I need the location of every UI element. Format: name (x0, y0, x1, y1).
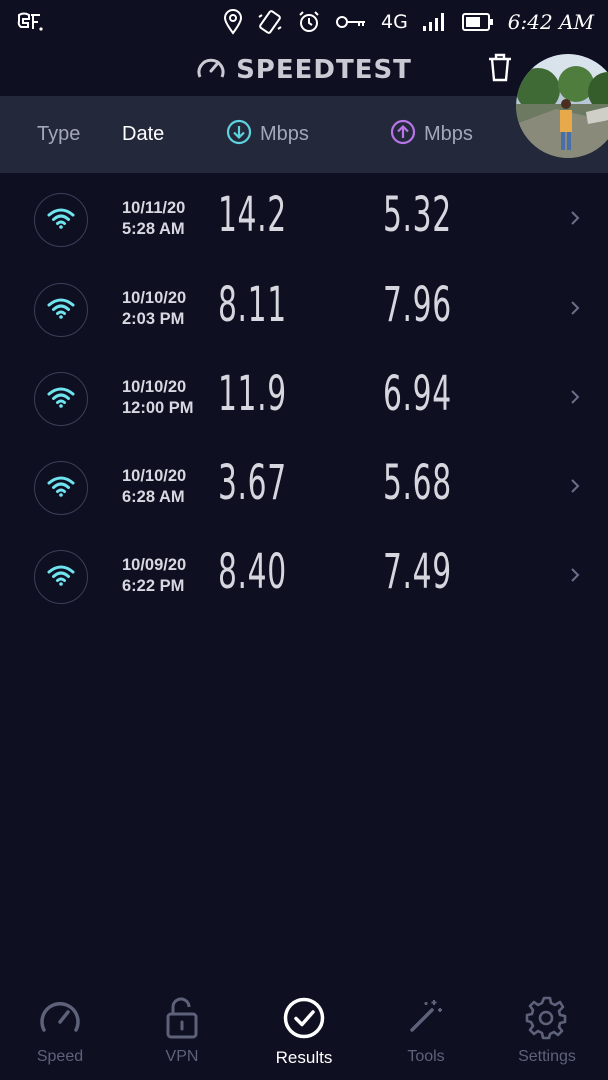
bottom-navigation: Speed VPN Results Tools Settings (0, 990, 608, 1080)
magic-wand-icon (406, 996, 446, 1041)
brand: SPEEDTEST (196, 55, 412, 86)
nav-speed[interactable]: Speed (5, 990, 115, 1080)
result-date: 10/11/20 (122, 199, 186, 217)
lock-icon (165, 996, 199, 1045)
delete-results-button[interactable] (484, 53, 516, 88)
result-datetime: 10/11/20 5:28 AM (122, 198, 185, 240)
connection-type-badge (34, 193, 88, 247)
app-title: SPEEDTEST (236, 55, 412, 85)
download-speed: 11.9 (218, 366, 287, 422)
result-date: 10/10/20 (122, 378, 187, 396)
chevron-right-icon (568, 564, 582, 586)
chevron-right-icon (568, 207, 582, 229)
result-datetime: 10/10/20 6:28 AM (122, 466, 186, 508)
chevron-right-icon (568, 297, 582, 319)
column-download-header[interactable]: Mbps (226, 119, 309, 150)
status-bar: 4G 6:42 AM (0, 0, 608, 44)
alarm-icon (297, 10, 321, 34)
result-row[interactable]: 10/09/20 6:22 PM 8.40 7.49 (0, 530, 608, 620)
result-row[interactable]: 10/10/20 6:28 AM 3.67 5.68 (0, 441, 608, 531)
upload-speed: 7.49 (383, 544, 452, 600)
chevron-right-icon (568, 475, 582, 497)
connection-type-badge (34, 372, 88, 426)
column-type-header[interactable]: Type (37, 123, 80, 146)
battery-icon (461, 13, 494, 31)
result-datetime: 10/10/20 12:00 PM (122, 377, 194, 419)
chevron-right-icon (568, 386, 582, 408)
result-time: 12:00 PM (122, 399, 194, 417)
location-icon (223, 9, 243, 35)
trash-icon (486, 53, 514, 88)
column-upload-header[interactable]: Mbps (390, 119, 473, 150)
connection-type-badge (34, 461, 88, 515)
column-date-header[interactable]: Date (122, 123, 164, 146)
result-datetime: 10/09/20 6:22 PM (122, 555, 186, 597)
app-header: SPEEDTEST (0, 44, 608, 96)
connection-type-badge (34, 283, 88, 337)
result-datetime: 10/10/20 2:03 PM (122, 288, 186, 330)
upload-speed: 6.94 (383, 366, 452, 422)
result-time: 5:28 AM (122, 220, 185, 238)
upload-speed: 5.68 (383, 455, 452, 511)
download-speed: 8.40 (218, 544, 287, 600)
result-row[interactable]: 10/10/20 12:00 PM 11.9 6.94 (0, 352, 608, 442)
nav-speed-label: Speed (36, 1048, 84, 1065)
result-row[interactable]: 10/11/20 5:28 AM 14.2 5.32 (0, 173, 608, 263)
gear-icon (525, 996, 569, 1045)
nav-vpn[interactable]: VPN (127, 990, 237, 1080)
download-speed: 14.2 (218, 187, 287, 243)
nav-tools[interactable]: Tools (371, 990, 481, 1080)
result-time: 6:28 AM (122, 488, 185, 506)
speedometer-logo-icon (196, 55, 226, 86)
result-date: 10/09/20 (122, 556, 187, 574)
vpn-key-icon (335, 14, 367, 30)
nav-settings[interactable]: Settings (492, 990, 602, 1080)
clock-time: 6:42 AM (507, 10, 594, 34)
download-speed: 8.11 (218, 277, 287, 333)
network-type-label: 4G (380, 11, 408, 33)
wifi-icon (47, 564, 75, 591)
upload-speed: 7.96 (383, 277, 452, 333)
nav-tools-label: Tools (407, 1048, 445, 1065)
nav-settings-label: Settings (518, 1048, 576, 1065)
upload-unit-label: Mbps (424, 123, 473, 145)
result-time: 6:22 PM (122, 577, 185, 595)
check-circle-icon (282, 996, 326, 1045)
speedometer-icon (38, 996, 82, 1041)
nav-results[interactable]: Results (249, 990, 359, 1080)
nav-vpn-label: VPN (165, 1048, 199, 1065)
upload-speed: 5.32 (383, 187, 452, 243)
connection-type-badge (34, 550, 88, 604)
result-row[interactable]: 10/10/20 2:03 PM 8.11 7.96 (0, 263, 608, 353)
result-date: 10/10/20 (122, 289, 187, 307)
download-unit-label: Mbps (260, 123, 309, 145)
upload-arrow-icon (390, 119, 416, 150)
vibrate-icon (257, 9, 283, 35)
result-date: 10/10/20 (122, 467, 187, 485)
wifi-icon (47, 475, 75, 502)
carrier-logo-icon (16, 11, 44, 33)
wifi-icon (47, 297, 75, 324)
wifi-icon (47, 386, 75, 413)
wifi-icon (47, 207, 75, 234)
signal-icon (422, 12, 448, 32)
result-time: 2:03 PM (122, 310, 185, 328)
nav-results-label: Results (275, 1048, 333, 1067)
download-arrow-icon (226, 119, 252, 150)
download-speed: 3.67 (218, 455, 287, 511)
